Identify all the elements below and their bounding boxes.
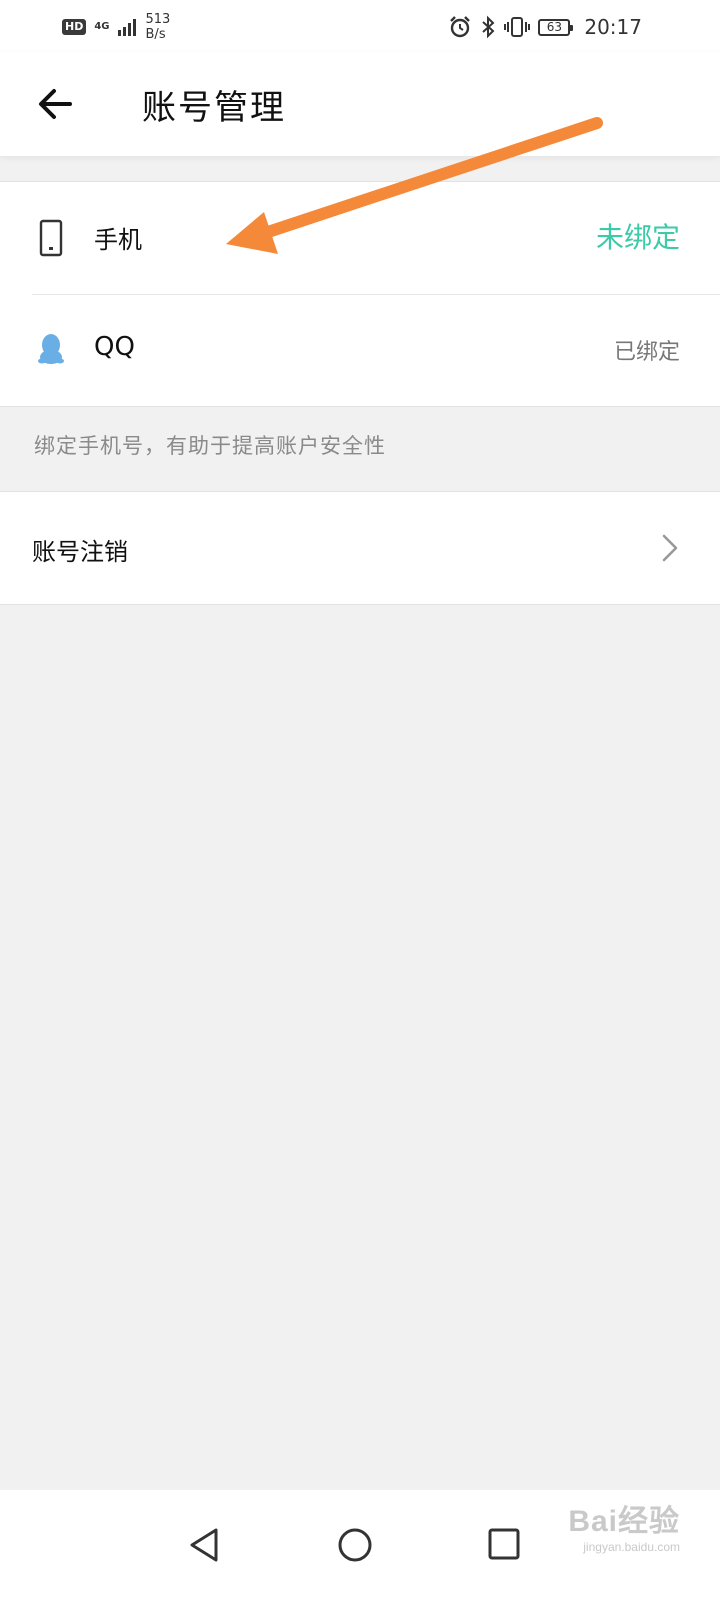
network-speed: 513 B/s: [145, 12, 171, 42]
vibrate-icon: [504, 17, 531, 37]
network-type: 4G: [94, 21, 110, 32]
watermark-logo: Bai经验: [568, 1505, 680, 1538]
status-bar: HD 4G 513 B/s 63 20:17: [0, 0, 720, 52]
signal-icon: [117, 19, 136, 36]
back-arrow-icon[interactable]: [34, 82, 78, 126]
qq-label: QQ: [94, 332, 135, 362]
security-hint: 绑定手机号，有助于提高账户安全性: [34, 434, 386, 458]
header: 账号管理: [0, 52, 720, 156]
qq-penguin-icon: [38, 334, 64, 364]
status-left: HD 4G 513 B/s: [62, 10, 170, 44]
phone-label: 手机: [94, 226, 142, 254]
page-title: 账号管理: [142, 88, 286, 128]
hd-badge: HD: [62, 19, 87, 35]
qq-binding-row[interactable]: QQ 已绑定: [0, 294, 720, 406]
phone-binding-row[interactable]: 手机 未绑定: [0, 182, 720, 294]
watermark: Bai经验 jingyan.baidu.com: [520, 1496, 680, 1576]
qq-status: 已绑定: [613, 340, 680, 365]
battery-icon: 63: [538, 18, 574, 36]
chevron-right-icon: [662, 534, 678, 562]
alarm-icon: [450, 16, 471, 38]
phone-icon: [39, 219, 63, 257]
nav-back-icon[interactable]: [180, 1520, 230, 1570]
account-cancel-row[interactable]: 账号注销: [0, 491, 720, 605]
binding-list: 手机 未绑定 QQ 已绑定: [0, 181, 720, 407]
watermark-url: jingyan.baidu.com: [583, 1540, 680, 1554]
clock: 20:17: [584, 15, 642, 39]
account-cancel-label: 账号注销: [32, 538, 128, 566]
phone-status[interactable]: 未绑定: [596, 216, 680, 256]
nav-home-icon[interactable]: [330, 1520, 380, 1570]
status-right: 63 20:17: [448, 10, 642, 44]
bluetooth-icon: [482, 15, 495, 39]
